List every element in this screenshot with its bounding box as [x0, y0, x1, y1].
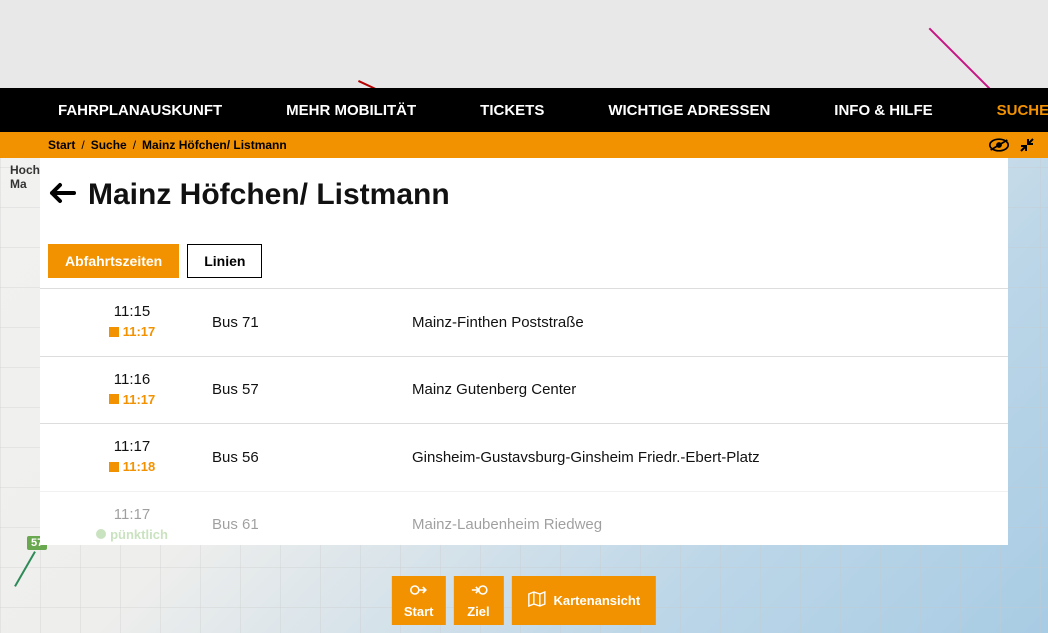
button-label: Ziel — [467, 604, 489, 619]
tab-linien[interactable]: Linien — [187, 244, 262, 278]
nav-suche[interactable]: SUCHE — [965, 102, 1048, 119]
departure-time-cell: 11:16 11:17 — [52, 371, 212, 410]
scheduled-time: 11:17 — [52, 506, 212, 523]
breadcrumb-current: Mainz Höfchen/ Listmann — [142, 138, 287, 152]
nav-fahrplanauskunft[interactable]: FAHRPLANAUSKUNFT — [10, 102, 254, 119]
nav-wichtige-adressen[interactable]: WICHTIGE ADRESSEN — [576, 102, 802, 119]
destination-arrow-icon — [469, 582, 487, 602]
table-row[interactable]: 11:17 pünktlich Bus 61 Mainz-Laubenheim … — [40, 491, 1008, 546]
back-arrow-icon[interactable] — [48, 181, 76, 210]
realtime-time: 11:17 — [123, 392, 156, 407]
departures-table: 11:15 11:17 Bus 71 Mainz-Finthen Poststr… — [40, 288, 1008, 545]
breadcrumb-separator: / — [127, 138, 142, 152]
scheduled-time: 11:17 — [52, 438, 212, 455]
button-label: Start — [404, 604, 434, 619]
results-panel[interactable]: Mainz Höfchen/ Listmann Abfahrtszeiten L… — [40, 158, 1008, 545]
destination-label: Mainz-Finthen Poststraße — [412, 314, 996, 331]
realtime-badge: 11:17 — [109, 324, 156, 339]
start-arrow-icon — [410, 582, 428, 602]
table-row[interactable]: 11:16 11:17 Bus 57 Mainz Gutenberg Cente… — [40, 356, 1008, 424]
contrast-toggle-icon[interactable] — [988, 134, 1010, 156]
departure-time-cell: 11:17 11:18 — [52, 438, 212, 477]
delay-indicator-icon — [109, 394, 119, 404]
scheduled-time: 11:15 — [52, 303, 212, 320]
delay-indicator-icon — [109, 327, 119, 337]
realtime-badge: 11:18 — [109, 459, 156, 474]
destination-label: Mainz-Laubenheim Riedweg — [412, 516, 996, 533]
delay-indicator-icon — [109, 462, 119, 472]
set-as-start-button[interactable]: Start — [392, 576, 446, 625]
breadcrumb: Start / Suche / Mainz Höfchen/ Listmann — [0, 132, 1048, 158]
destination-label: Ginsheim-Gustavsburg-Ginsheim Friedr.-Eb… — [412, 449, 996, 466]
ontime-indicator-icon — [96, 529, 106, 539]
floating-action-bar: Start Ziel Kartenansicht — [392, 576, 656, 625]
line-label: Bus 56 — [212, 449, 412, 466]
departure-time-cell: 11:15 11:17 — [52, 303, 212, 342]
page-title: Mainz Höfchen/ Listmann — [88, 178, 450, 212]
line-label: Bus 61 — [212, 516, 412, 533]
table-row[interactable]: 11:17 11:18 Bus 56 Ginsheim-Gustavsburg-… — [40, 423, 1008, 491]
breadcrumb-suche[interactable]: Suche — [91, 138, 127, 152]
departure-time-cell: 11:17 pünktlich — [52, 506, 212, 545]
realtime-badge: pünktlich — [96, 527, 168, 542]
table-row[interactable]: 11:15 11:17 Bus 71 Mainz-Finthen Poststr… — [40, 288, 1008, 356]
tab-bar: Abfahrtszeiten Linien — [40, 244, 1008, 278]
button-label: Kartenansicht — [553, 593, 640, 608]
breadcrumb-start[interactable]: Start — [48, 138, 75, 152]
main-nav: FAHRPLANAUSKUNFT MEHR MOBILITÄT TICKETS … — [0, 88, 1048, 132]
destination-label: Mainz Gutenberg Center — [412, 381, 996, 398]
breadcrumb-separator: / — [75, 138, 90, 152]
scheduled-time: 11:16 — [52, 371, 212, 388]
nav-info-hilfe[interactable]: INFO & HILFE — [802, 102, 964, 119]
realtime-badge: 11:17 — [109, 392, 156, 407]
map-icon — [527, 591, 545, 611]
realtime-time: pünktlich — [110, 527, 168, 542]
set-as-destination-button[interactable]: Ziel — [453, 576, 503, 625]
realtime-time: 11:18 — [123, 459, 156, 474]
realtime-time: 11:17 — [123, 324, 156, 339]
line-label: Bus 71 — [212, 314, 412, 331]
map-view-button[interactable]: Kartenansicht — [511, 576, 656, 625]
tab-abfahrtszeiten[interactable]: Abfahrtszeiten — [48, 244, 179, 278]
nav-tickets[interactable]: TICKETS — [448, 102, 576, 119]
nav-mehr-mobilitaet[interactable]: MEHR MOBILITÄT — [254, 102, 448, 119]
minimize-icon[interactable] — [1016, 134, 1038, 156]
line-label: Bus 57 — [212, 381, 412, 398]
